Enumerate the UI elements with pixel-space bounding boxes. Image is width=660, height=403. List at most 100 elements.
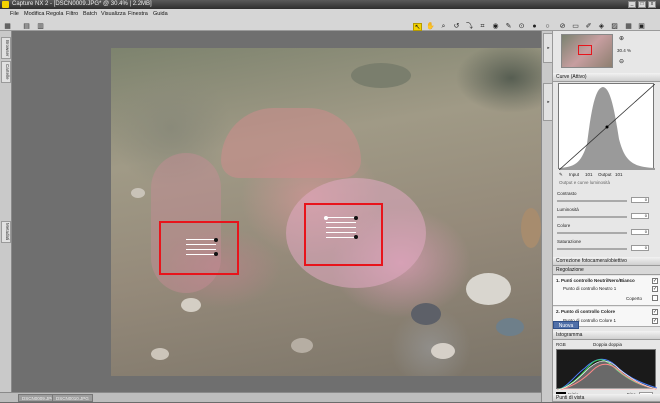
curve-extra-label: Output e curve luminosità: [559, 180, 611, 185]
browser-icon[interactable]: ▦: [3, 23, 12, 31]
menu-filtro[interactable]: Filtro: [66, 11, 78, 17]
saturation-field[interactable]: 0: [631, 245, 649, 251]
bottom-section[interactable]: Punti di vista: [553, 394, 660, 402]
red-eye-icon[interactable]: ◉: [491, 23, 500, 31]
contrast-slider[interactable]: [557, 200, 627, 202]
histogram-display: [556, 349, 658, 391]
step-2-checkbox[interactable]: ✓: [652, 309, 658, 315]
navigator-viewport[interactable]: [578, 45, 592, 55]
maximize-button[interactable]: □: [638, 1, 646, 8]
curves-title: Curve (Attivo): [556, 74, 587, 80]
contrast-field[interactable]: 0: [631, 197, 649, 203]
control-point-region-neutral[interactable]: [159, 221, 239, 275]
left-panel-strip: Browser Cartelle Metadati: [0, 31, 12, 392]
curves-header[interactable]: Curve (Attivo): [553, 73, 660, 82]
step-1-sub-checkbox[interactable]: ✓: [652, 286, 658, 292]
tab-browser[interactable]: Browser: [1, 37, 11, 59]
pebble: [291, 338, 313, 353]
pebble: [351, 63, 411, 88]
step-2-sub-checkbox[interactable]: ✓: [652, 318, 658, 324]
folder-icon[interactable]: ▤: [22, 23, 31, 31]
adjust-label-1: Contrasto: [557, 191, 577, 196]
bottom-section-label: Punti di vista: [556, 395, 585, 401]
output-value: 101: [615, 172, 623, 177]
zoom-level: 30.4 %: [617, 48, 632, 53]
creature-body: [221, 108, 361, 178]
layout-icon[interactable]: ▣: [637, 23, 646, 31]
straighten-icon[interactable]: ⤵: [465, 23, 474, 31]
direct-select-icon[interactable]: ↖: [413, 23, 422, 31]
new-step-button[interactable]: Nuova fase: [553, 321, 579, 337]
fill-icon[interactable]: ◈: [597, 23, 606, 31]
pebble: [151, 348, 169, 360]
menu-finestra[interactable]: Finestra: [128, 11, 148, 17]
histogram-channel[interactable]: RGB: [556, 342, 566, 347]
tab-metadati[interactable]: Metadati: [1, 221, 11, 243]
curve-point[interactable]: [605, 125, 609, 129]
brightness-slider[interactable]: [557, 216, 627, 218]
window-title: Capture NX 2 - [DSCN0009.JPG* @ 30.4% | …: [12, 1, 152, 7]
camera-correction-section[interactable]: Correzione fotocamera/obiettivo: [553, 257, 660, 266]
adjust-label-3: Colore: [557, 223, 571, 228]
curves-graph[interactable]: [558, 83, 656, 171]
menu-batch[interactable]: Batch: [83, 11, 97, 17]
pebble: [181, 298, 201, 312]
sponge: [521, 208, 541, 248]
input-value: 101: [585, 172, 593, 177]
brush-icon[interactable]: ✐: [584, 23, 593, 31]
pebble: [496, 318, 524, 336]
menu-visualizza[interactable]: Visualizza: [101, 11, 126, 17]
color-field[interactable]: 0: [631, 229, 649, 235]
white-point-icon[interactable]: ○: [543, 23, 552, 31]
adjustment-section[interactable]: Regolazione: [553, 266, 660, 275]
grid-icon[interactable]: ▦: [624, 23, 633, 31]
histogram-section[interactable]: Istogramma: [553, 331, 660, 340]
step-1-subtitle[interactable]: Punto di controllo Neutro 1: [563, 286, 616, 291]
gradient-icon[interactable]: ▨: [610, 23, 619, 31]
tab-cartelle[interactable]: Cartelle: [1, 61, 11, 83]
control-point-region-color[interactable]: [304, 203, 383, 266]
histogram-mode[interactable]: Doppia doppia: [593, 342, 622, 347]
step-1-checkbox[interactable]: ✓: [652, 278, 658, 284]
lasso-icon[interactable]: ⊘: [558, 23, 567, 31]
auto-retouch-icon[interactable]: ✎: [504, 23, 513, 31]
menu-guida[interactable]: Guida: [153, 11, 168, 17]
title-bar: Capture NX 2 - [DSCN0009.JPG* @ 30.4% | …: [0, 0, 660, 9]
menu-file[interactable]: File: [10, 11, 19, 17]
app-logo-icon: [2, 1, 9, 8]
step-1-extra-checkbox[interactable]: [652, 295, 658, 301]
adjustment-label: Regolazione: [556, 267, 584, 273]
tab-document-2[interactable]: DSCN0010.JPG: [52, 394, 93, 402]
black-point-icon[interactable]: ●: [530, 23, 539, 31]
zoom-in-icon[interactable]: ⊕: [619, 35, 624, 42]
menu-toolbar: File Modifica Regola Filtro Batch Visual…: [0, 9, 660, 31]
menu-regola[interactable]: Regola: [46, 11, 63, 17]
camera-correction-label: Correzione fotocamera/obiettivo: [556, 258, 627, 264]
output-label: Output: [598, 172, 612, 177]
right-panel-strip: ▸ ▸: [541, 31, 553, 402]
hand-icon[interactable]: ✋: [426, 23, 435, 31]
edit-list-panel: ⊕ 30.4 % ⊖ Curve (Attivo) ✎ Input 101 Ou…: [552, 31, 660, 402]
crop-icon[interactable]: ⌗: [478, 23, 487, 31]
step-1-title[interactable]: 1. Punti controllo Neutri/Nero/Bianco: [556, 278, 635, 283]
saturation-slider[interactable]: [557, 248, 627, 250]
photo-image[interactable]: [111, 48, 541, 376]
minimize-button[interactable]: _: [628, 1, 636, 8]
input-label: Input: [569, 172, 580, 177]
close-button[interactable]: x: [648, 1, 656, 8]
color-control-point-icon[interactable]: ⊙: [517, 23, 526, 31]
menu-modifica[interactable]: Modifica: [24, 11, 44, 17]
color-slider[interactable]: [557, 232, 627, 234]
curve-dropper-icon[interactable]: ✎: [559, 172, 563, 178]
brightness-field[interactable]: 0: [631, 213, 649, 219]
rotate-icon[interactable]: ↺: [452, 23, 461, 31]
zoom-out-icon[interactable]: ⊖: [619, 58, 624, 65]
adjust-label-4: Saturazione: [557, 239, 582, 244]
histogram-luminance: [556, 360, 658, 391]
adjust-label-2: Luminosità: [557, 207, 579, 212]
save-icon[interactable]: ▥: [36, 23, 45, 31]
zoom-icon[interactable]: ⌕: [439, 23, 448, 31]
step-2-title[interactable]: 2. Punto di controllo Colore: [556, 309, 615, 314]
marquee-icon[interactable]: ▭: [571, 23, 580, 31]
histogram-section-label: Istogramma: [556, 332, 583, 338]
